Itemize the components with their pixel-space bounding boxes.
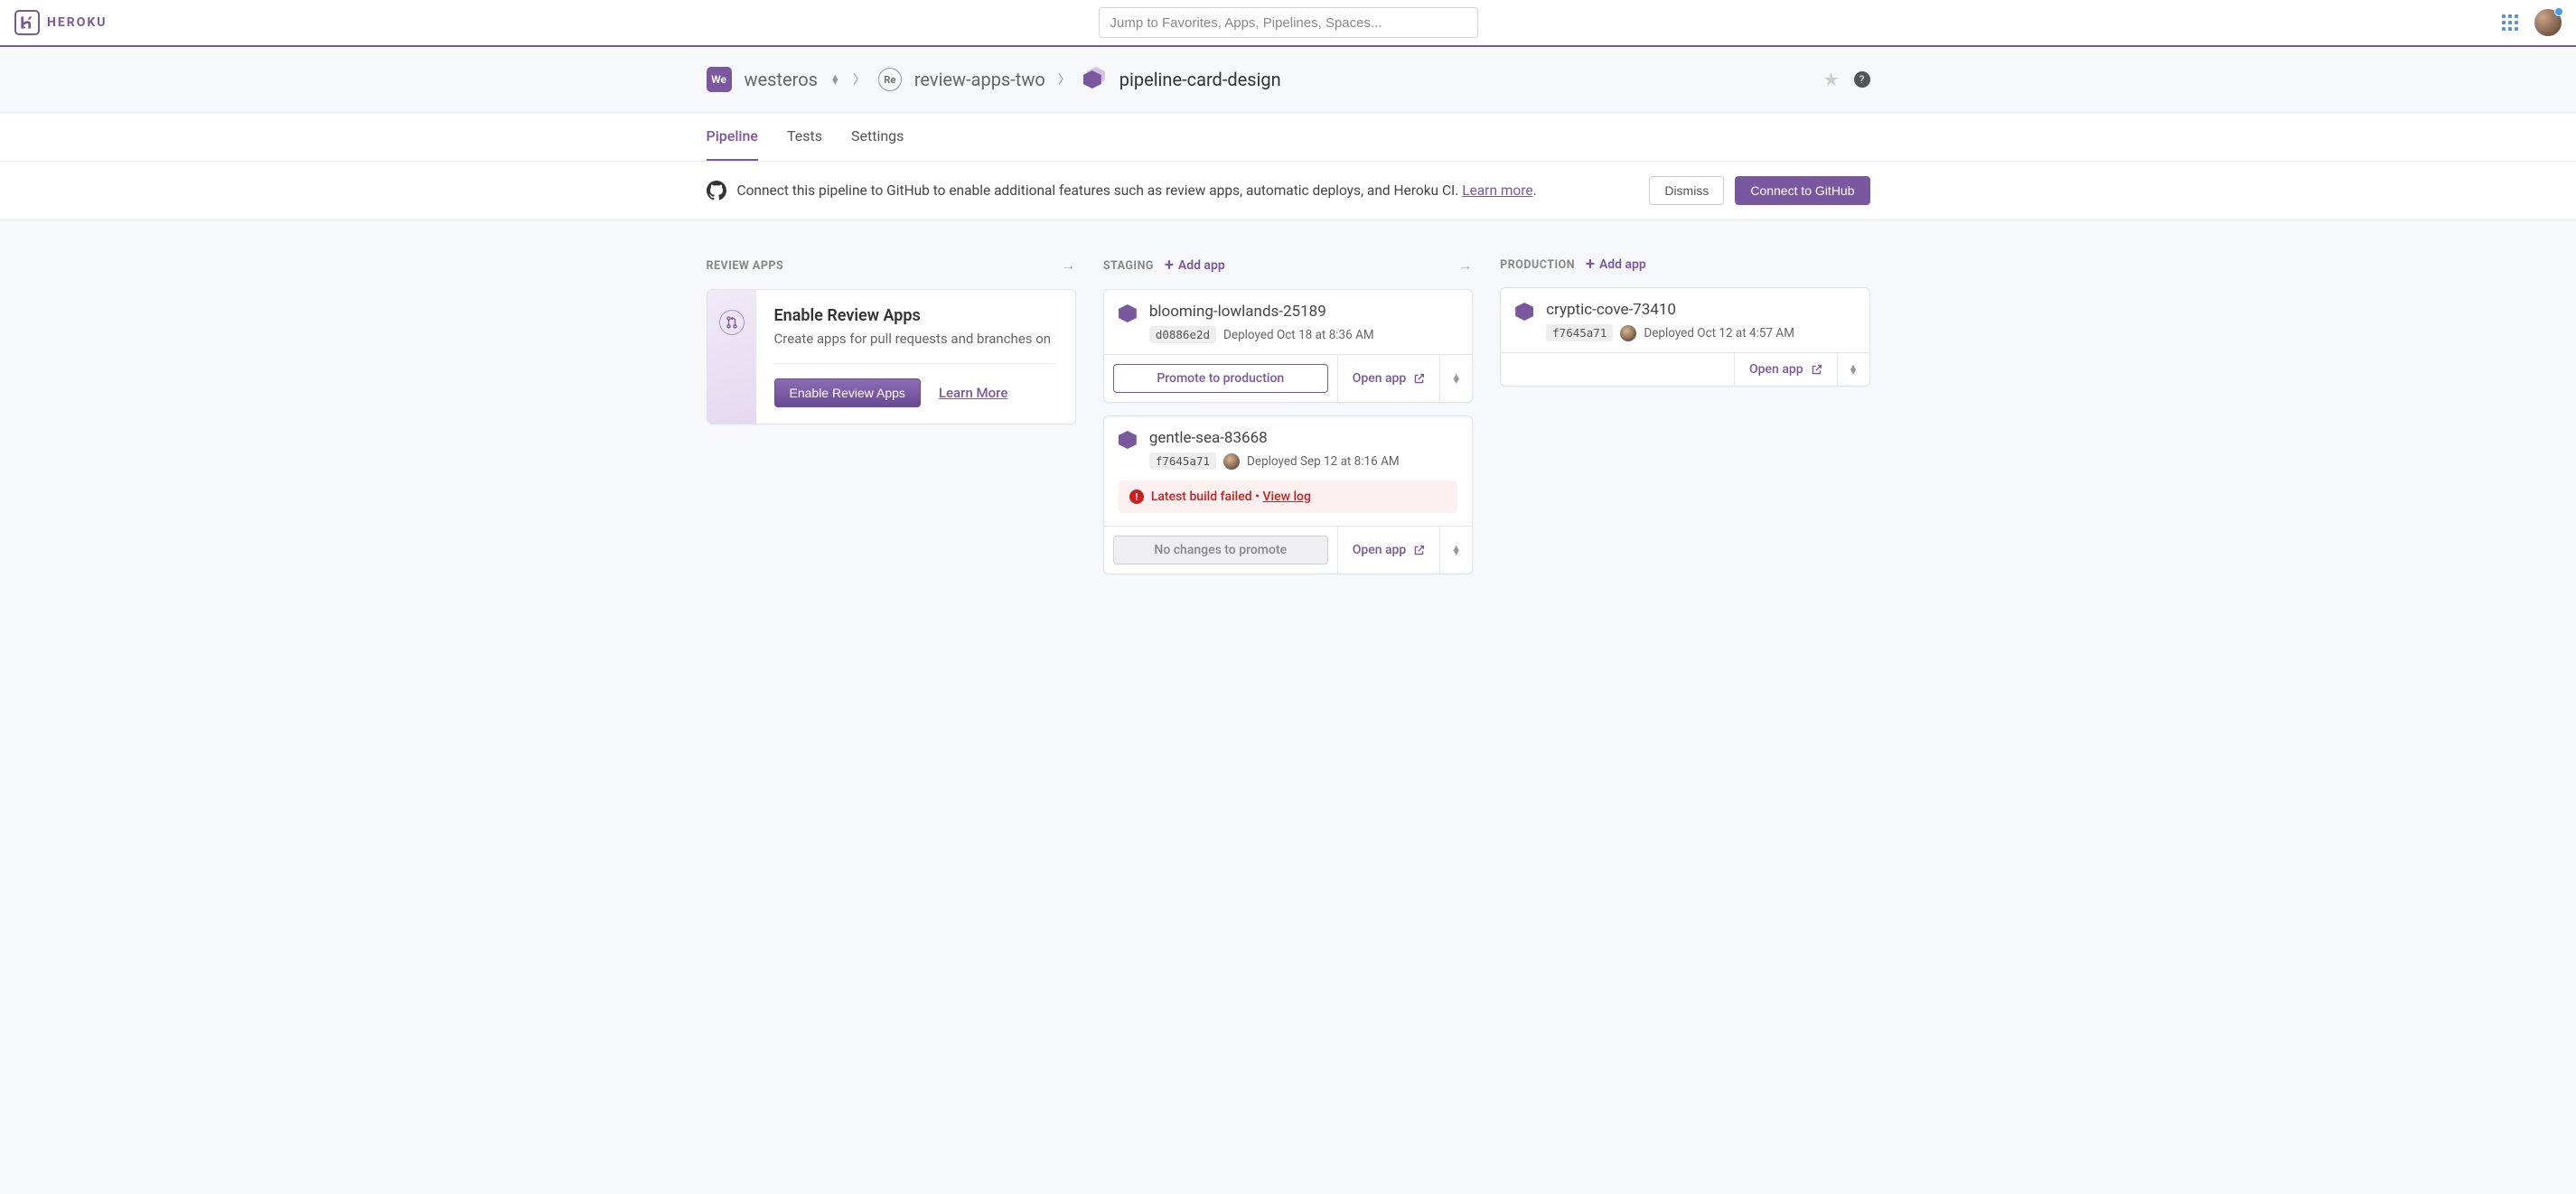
tab-tests[interactable]: Tests xyxy=(787,113,822,161)
deployer-avatar xyxy=(1620,325,1636,341)
app-card: cryptic-cove-73410 f7645a71 Deployed Oct 1… xyxy=(1500,287,1869,387)
open-app-link[interactable]: Open app xyxy=(1337,355,1440,402)
plus-icon: + xyxy=(1586,257,1595,273)
chevron-right-icon: 〉 xyxy=(1058,70,1071,89)
alert-text: Latest build failed xyxy=(1151,490,1252,504)
pipeline-columns: REVIEW APPS → Enable Review Apps Create … xyxy=(692,220,1885,623)
chevron-right-icon: 〉 xyxy=(853,70,866,89)
app-hexagon-icon xyxy=(1515,303,1535,322)
add-app-link[interactable]: + Add app xyxy=(1165,257,1225,274)
app-actions-menu[interactable]: ▲▼ xyxy=(1837,353,1869,386)
app-card: gentle-sea-83668 f7645a71 Deployed Sep 12 … xyxy=(1103,415,1473,574)
enable-review-apps-card: Enable Review Apps Create apps for pull … xyxy=(707,289,1076,424)
dismiss-button[interactable]: Dismiss xyxy=(1649,176,1724,205)
deployed-text: Deployed Oct 12 at 4:57 AM xyxy=(1644,326,1794,340)
build-failed-alert: !Latest build failed • View log xyxy=(1119,480,1457,513)
deployed-text: Deployed Oct 18 at 8:36 AM xyxy=(1223,328,1374,342)
promote-button-disabled: No changes to promote xyxy=(1113,536,1328,564)
open-app-link[interactable]: Open app xyxy=(1337,527,1440,574)
column-title: STAGING xyxy=(1103,259,1154,273)
column-title: REVIEW APPS xyxy=(707,259,784,273)
commit-sha[interactable]: f7645a71 xyxy=(1546,324,1613,341)
heroku-logo-icon xyxy=(14,10,40,35)
github-connect-banner: Connect this pipeline to GitHub to enabl… xyxy=(0,162,2576,220)
team-icon: We xyxy=(707,67,732,92)
pull-request-icon xyxy=(719,310,745,335)
open-app-link[interactable]: Open app xyxy=(1734,353,1837,386)
staging-column: STAGING + Add app → blooming-lowlands-25… xyxy=(1103,257,1473,587)
tab-settings[interactable]: Settings xyxy=(851,113,904,161)
add-app-link[interactable]: + Add app xyxy=(1586,257,1646,273)
app-card: blooming-lowlands-25189 d0886e2d Deployed … xyxy=(1103,289,1473,403)
production-column: PRODUCTION + Add app cryptic-cove-73410 f… xyxy=(1500,257,1869,587)
pipeline-icon xyxy=(1083,70,1107,89)
github-icon xyxy=(707,181,726,201)
promote-button[interactable]: Promote to production xyxy=(1113,364,1328,393)
app-name[interactable]: cryptic-cove-73410 xyxy=(1546,301,1854,319)
deployer-avatar xyxy=(1223,453,1240,470)
app-actions-menu[interactable]: ▲▼ xyxy=(1439,527,1472,574)
app-actions-menu[interactable]: ▲▼ xyxy=(1439,355,1472,402)
app-hexagon-icon xyxy=(1119,431,1138,451)
logo[interactable]: HEROKU xyxy=(14,10,108,35)
help-icon[interactable]: ? xyxy=(1854,71,1870,88)
logo-text: HEROKU xyxy=(47,15,108,30)
tabs-bar: Pipeline Tests Settings xyxy=(0,113,2576,162)
project-icon: Re xyxy=(878,68,902,91)
app-meta: d0886e2d Deployed Oct 18 at 8:36 AM xyxy=(1149,326,1457,343)
breadcrumb-team[interactable]: westeros xyxy=(745,69,818,90)
user-avatar[interactable] xyxy=(2534,9,2562,36)
commit-sha[interactable]: f7645a71 xyxy=(1149,452,1216,470)
divider xyxy=(774,363,1057,364)
connect-github-button[interactable]: Connect to GitHub xyxy=(1735,176,1869,205)
banner-text: Connect this pipeline to GitHub to enabl… xyxy=(737,182,1537,199)
learn-more-link[interactable]: Learn more xyxy=(1462,182,1532,199)
app-meta: f7645a71 Deployed Sep 12 at 8:16 AM xyxy=(1149,452,1457,470)
star-icon[interactable]: ★ xyxy=(1823,69,1840,90)
tab-pipeline[interactable]: Pipeline xyxy=(707,113,758,161)
team-switcher-icon[interactable]: ▲▼ xyxy=(830,75,840,85)
column-title: PRODUCTION xyxy=(1500,258,1575,272)
breadcrumb-bar: We westeros ▲▼ 〉 Re review-apps-two 〉 pi… xyxy=(0,47,2576,113)
breadcrumb-project[interactable]: review-apps-two xyxy=(914,69,1045,90)
app-switcher-icon[interactable] xyxy=(2502,14,2518,31)
commit-sha[interactable]: d0886e2d xyxy=(1149,326,1216,343)
review-card-title: Enable Review Apps xyxy=(774,306,1057,325)
app-meta: f7645a71 Deployed Oct 12 at 4:57 AM xyxy=(1546,324,1854,341)
alert-icon: ! xyxy=(1129,490,1144,504)
review-card-subtitle: Create apps for pull requests and branch… xyxy=(774,331,1057,347)
arrow-right-icon: → xyxy=(1458,257,1474,275)
arrow-right-icon: → xyxy=(1061,257,1076,275)
search-wrap xyxy=(1099,7,1478,38)
app-hexagon-icon xyxy=(1119,304,1138,324)
deployed-text: Deployed Sep 12 at 8:16 AM xyxy=(1247,454,1400,469)
app-name[interactable]: gentle-sea-83668 xyxy=(1149,429,1457,447)
plus-icon: + xyxy=(1165,257,1174,274)
breadcrumb-pipeline: pipeline-card-design xyxy=(1119,69,1281,90)
review-apps-column: REVIEW APPS → Enable Review Apps Create … xyxy=(707,257,1076,587)
top-nav: HEROKU xyxy=(0,0,2576,47)
search-input[interactable] xyxy=(1099,7,1478,38)
learn-more-link[interactable]: Learn More xyxy=(939,385,1007,401)
view-log-link[interactable]: View log xyxy=(1262,490,1310,504)
enable-review-apps-button[interactable]: Enable Review Apps xyxy=(774,378,921,407)
app-name[interactable]: blooming-lowlands-25189 xyxy=(1149,303,1457,321)
